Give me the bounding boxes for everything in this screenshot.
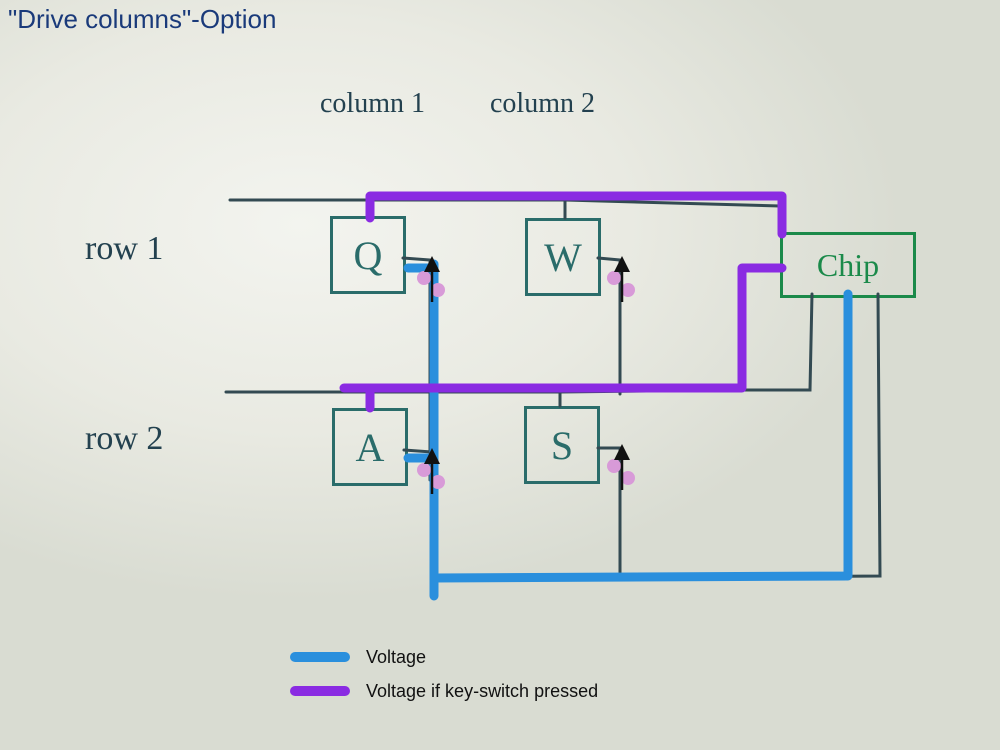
- key-S: S: [524, 406, 600, 484]
- diode-icon: [417, 256, 445, 302]
- diode-icon: [417, 448, 445, 494]
- column-header-2: column 2: [490, 88, 595, 120]
- diode-icon: [607, 444, 635, 490]
- legend-label: Voltage if key-switch pressed: [366, 681, 598, 702]
- legend-row-voltage: Voltage: [290, 640, 598, 674]
- row-label-2: row 2: [85, 420, 163, 458]
- diagram-canvas: "Drive columns"-Option column 1 column 2…: [0, 0, 1000, 750]
- legend: Voltage Voltage if key-switch pressed: [290, 640, 598, 708]
- key-A: A: [332, 408, 408, 486]
- diode-icon: [607, 256, 635, 302]
- column-header-1: column 1: [320, 88, 425, 120]
- voltage-path: [434, 264, 848, 596]
- row-label-1: row 1: [85, 230, 163, 268]
- legend-swatch-blue: [290, 652, 350, 662]
- key-Q: Q: [330, 216, 406, 294]
- legend-label: Voltage: [366, 647, 426, 668]
- legend-row-voltage-pressed: Voltage if key-switch pressed: [290, 674, 598, 708]
- key-W: W: [525, 218, 601, 296]
- legend-swatch-purple: [290, 686, 350, 696]
- chip-box: Chip: [780, 232, 916, 298]
- diagram-title: "Drive columns"-Option: [8, 4, 276, 35]
